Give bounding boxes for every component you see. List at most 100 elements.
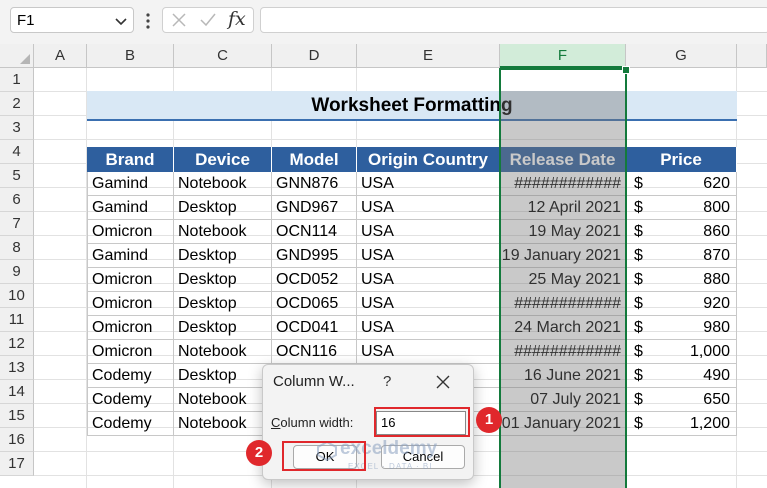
fill-handle[interactable] [622,66,630,74]
table-cell[interactable]: USA [357,220,500,244]
row-header-10[interactable]: 10 [0,284,34,308]
price-cell[interactable]: $1,000 [626,340,737,364]
table-cell[interactable]: Gamind [87,172,174,196]
column-header-c[interactable]: C [174,44,272,68]
table-cell[interactable]: OCN116 [272,340,357,364]
table-cell[interactable]: Notebook [174,412,272,436]
table-cell[interactable]: OCN114 [272,220,357,244]
table-cell[interactable]: Omicron [87,340,174,364]
row-header-5[interactable]: 5 [0,164,34,188]
table-cell[interactable]: Gamind [87,244,174,268]
table-cell[interactable]: Desktop [174,244,272,268]
close-icon[interactable] [435,374,451,390]
price-cell[interactable]: $980 [626,316,737,340]
table-cell[interactable]: USA [357,244,500,268]
table-cell[interactable]: USA [357,196,500,220]
row-header-3[interactable]: 3 [0,116,34,140]
select-all-corner[interactable] [0,44,34,68]
row-header-2[interactable]: 2 [0,92,34,116]
table-cell[interactable]: Codemy [87,388,174,412]
table-cell[interactable]: Codemy [87,412,174,436]
row-header-12[interactable]: 12 [0,332,34,356]
table-cell[interactable]: GNN876 [272,172,357,196]
row-header-7[interactable]: 7 [0,212,34,236]
column-header-g[interactable]: G [626,44,737,68]
cancel-x-icon[interactable] [171,12,187,28]
table-cell[interactable]: Desktop [174,268,272,292]
table-cell[interactable]: Omicron [87,292,174,316]
price-cell[interactable]: $870 [626,244,737,268]
table-cell[interactable]: OCD052 [272,268,357,292]
formula-input[interactable] [260,7,767,33]
checkmark-icon[interactable] [199,12,217,28]
column-header-e[interactable]: E [357,44,500,68]
table-cell[interactable]: GND995 [272,244,357,268]
table-cell[interactable]: Omicron [87,316,174,340]
currency-symbol: $ [634,319,643,336]
row-header-6[interactable]: 6 [0,188,34,212]
table-cell[interactable]: Omicron [87,268,174,292]
table-cell[interactable]: OCD041 [272,316,357,340]
help-button[interactable]: ? [383,373,391,390]
column-header-a[interactable]: A [34,44,87,68]
table-cell[interactable]: Desktop [174,316,272,340]
table-cell[interactable]: Notebook [174,388,272,412]
table-cell[interactable]: GND967 [272,196,357,220]
table-cell[interactable]: Omicron [87,220,174,244]
column-header-b[interactable]: B [87,44,174,68]
table-cell[interactable]: Desktop [174,364,272,388]
currency-symbol: $ [634,223,643,240]
table-header-model[interactable]: Model [272,147,357,172]
table-cell[interactable]: Gamind [87,196,174,220]
row-header-15[interactable]: 15 [0,404,34,428]
table-cell[interactable]: USA [357,172,500,196]
table-cell[interactable]: Notebook [174,340,272,364]
row-header-8[interactable]: 8 [0,236,34,260]
table-header-brand[interactable]: Brand [87,147,174,172]
table-cell[interactable]: Codemy [87,364,174,388]
table-cell[interactable]: USA [357,316,500,340]
price-amount: 650 [703,391,730,408]
column-header-f[interactable]: F [500,44,626,68]
column-header-d[interactable]: D [272,44,357,68]
row-header-13[interactable]: 13 [0,356,34,380]
row-header-11[interactable]: 11 [0,308,34,332]
more-options-icon[interactable] [146,12,150,30]
price-cell[interactable]: $650 [626,388,737,412]
row-header-9[interactable]: 9 [0,260,34,284]
table-cell[interactable]: Notebook [174,220,272,244]
row-header-1[interactable]: 1 [0,68,34,92]
table-cell[interactable]: Desktop [174,292,272,316]
price-amount: 1,200 [689,415,730,432]
table-cell[interactable]: USA [357,268,500,292]
column-width-label: Column width: [271,415,353,430]
price-cell[interactable]: $860 [626,220,737,244]
table-header-origin-country[interactable]: Origin Country [357,147,500,172]
row-header-14[interactable]: 14 [0,380,34,404]
table-cell[interactable]: USA [357,292,500,316]
row-header-17[interactable]: 17 [0,452,34,476]
price-amount: 920 [703,295,730,312]
table-cell[interactable]: OCD065 [272,292,357,316]
table-cell[interactable]: USA [357,340,500,364]
row-header-4[interactable]: 4 [0,140,34,164]
price-cell[interactable]: $1,200 [626,412,737,436]
insert-function-icon[interactable]: fx [228,8,246,30]
price-cell[interactable]: $620 [626,172,737,196]
price-cell[interactable]: $920 [626,292,737,316]
table-cell[interactable]: Notebook [174,172,272,196]
cancel-button[interactable]: Cancel [381,445,465,469]
table-header-device[interactable]: Device [174,147,272,172]
name-box[interactable]: F1 [10,7,134,33]
price-cell[interactable]: $490 [626,364,737,388]
table-cell[interactable]: Desktop [174,196,272,220]
sheet-title[interactable]: Worksheet Formatting [87,91,737,121]
chevron-down-icon[interactable] [113,13,129,29]
row-header-16[interactable]: 16 [0,428,34,452]
currency-symbol: $ [634,343,643,360]
price-cell[interactable]: $880 [626,268,737,292]
table-header-price[interactable]: Price [626,147,737,172]
price-amount: 870 [703,247,730,264]
price-cell[interactable]: $800 [626,196,737,220]
price-amount: 860 [703,223,730,240]
